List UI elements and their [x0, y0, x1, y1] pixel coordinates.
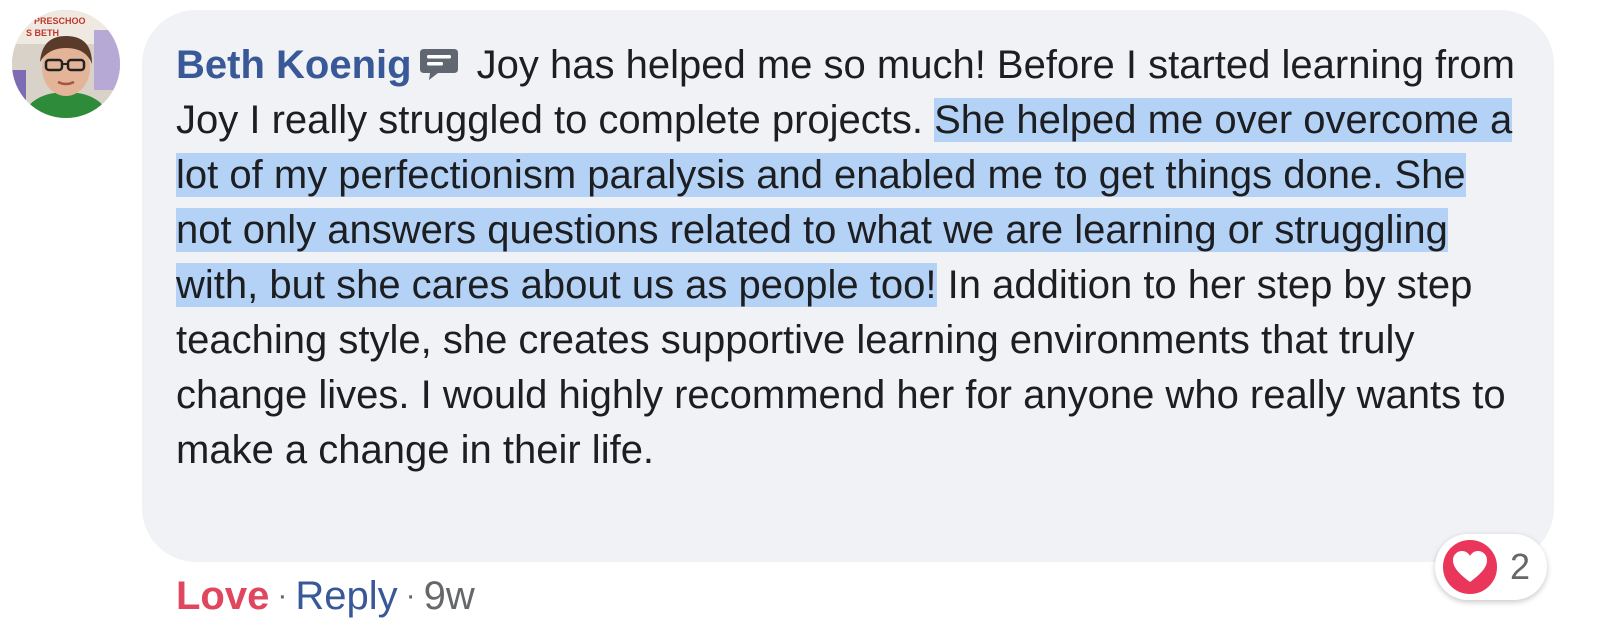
- avatar-sign-text-1: PRESCHOO: [34, 16, 86, 26]
- comment-author-name[interactable]: Beth Koenig: [176, 43, 412, 87]
- reply-button[interactable]: Reply: [295, 574, 397, 618]
- reaction-count: 2: [1510, 546, 1531, 587]
- avatar[interactable]: PRESCHOO S BETH: [12, 10, 120, 118]
- speech-bubble-badge-icon: [418, 42, 460, 80]
- comment-text: Beth Koenig Joy has helped me so much! B…: [176, 38, 1521, 478]
- comment-timestamp[interactable]: 9w: [424, 574, 475, 618]
- separator-dot: ·: [405, 579, 416, 612]
- comment: PRESCHOO S BETH Beth Koenig Joy has help…: [0, 0, 1601, 632]
- love-button[interactable]: Love: [176, 574, 269, 618]
- separator-dot: ·: [277, 579, 288, 612]
- reaction-summary[interactable]: 2: [1435, 534, 1547, 600]
- comment-actions: Love · Reply · 9w: [176, 568, 475, 624]
- heart-love-icon: [1441, 538, 1499, 596]
- profile-photo: PRESCHOO S BETH: [12, 10, 120, 118]
- avatar-sign-text-2: S BETH: [26, 28, 59, 38]
